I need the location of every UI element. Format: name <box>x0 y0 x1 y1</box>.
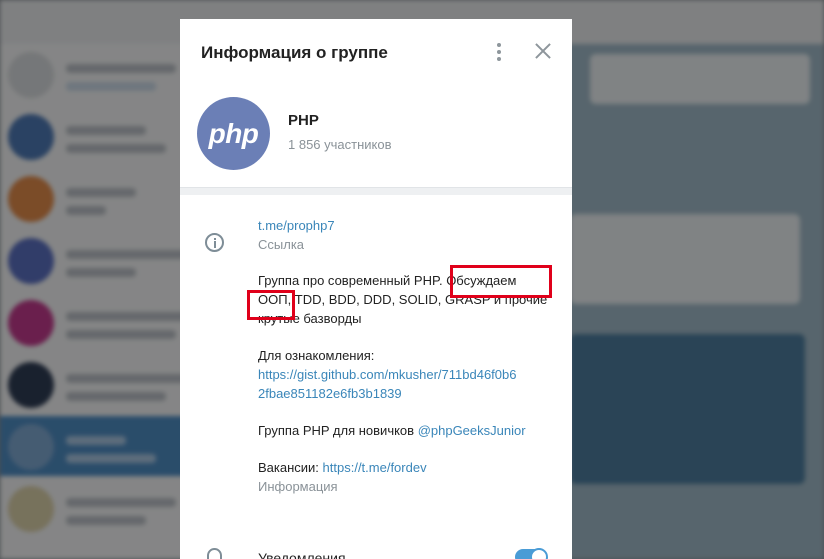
intro-block: Для ознакомления: https://gist.github.co… <box>258 346 572 403</box>
notifications-label: Уведомления <box>258 550 346 559</box>
dialog-title: Информация о группе <box>201 43 388 62</box>
highlight-box-obsuzhdaem <box>450 265 552 298</box>
newbies-block: Группа PHP для новичков @phpGeeksJunior <box>258 421 572 440</box>
link-block: t.me/prophp7 Ссылка <box>258 216 572 254</box>
jobs-text: Вакансии: <box>258 460 323 475</box>
info-caption: Информация <box>258 479 338 494</box>
gist-link-line: https://gist.github.com/mkusher/711bd46f… <box>258 367 517 382</box>
notifications-toggle[interactable] <box>515 548 548 559</box>
dialog-header: Информация о группе <box>180 19 572 85</box>
description-line: крутые базворды <box>258 311 362 326</box>
group-info-dialog: Информация о группе php PHP 1 856 участн… <box>180 19 572 559</box>
jobs-block: Вакансии: https://t.me/fordev Информация <box>258 458 572 496</box>
toggle-knob <box>530 548 548 559</box>
info-icon <box>205 233 224 252</box>
newbies-handle-link[interactable]: @phpGeeksJunior <box>418 423 526 438</box>
link-caption: Ссылка <box>258 237 305 252</box>
jobs-link[interactable]: https://t.me/fordev <box>323 460 427 475</box>
notifications-row[interactable]: Уведомления <box>180 539 572 559</box>
intro-label: Для ознакомления: <box>258 348 375 363</box>
php-logo: php <box>208 117 259 149</box>
member-count: 1 856 участников <box>288 137 392 152</box>
more-options-icon[interactable] <box>490 41 508 63</box>
highlight-box-oop <box>247 290 295 320</box>
close-icon[interactable] <box>532 40 554 62</box>
section-divider <box>180 187 572 195</box>
group-profile: php PHP 1 856 участников <box>180 85 572 187</box>
group-avatar[interactable]: php <box>197 97 270 170</box>
invite-link[interactable]: t.me/prophp7 <box>258 216 572 235</box>
info-section: t.me/prophp7 Ссылка Группа про современн… <box>180 195 572 496</box>
bell-icon <box>207 548 222 559</box>
gist-link-line: 2fbae851182e6fb3b1839 <box>258 386 402 401</box>
group-name: PHP <box>288 112 319 129</box>
gist-link[interactable]: https://gist.github.com/mkusher/711bd46f… <box>258 365 572 403</box>
newbies-text: Группа PHP для новичков <box>258 423 418 438</box>
